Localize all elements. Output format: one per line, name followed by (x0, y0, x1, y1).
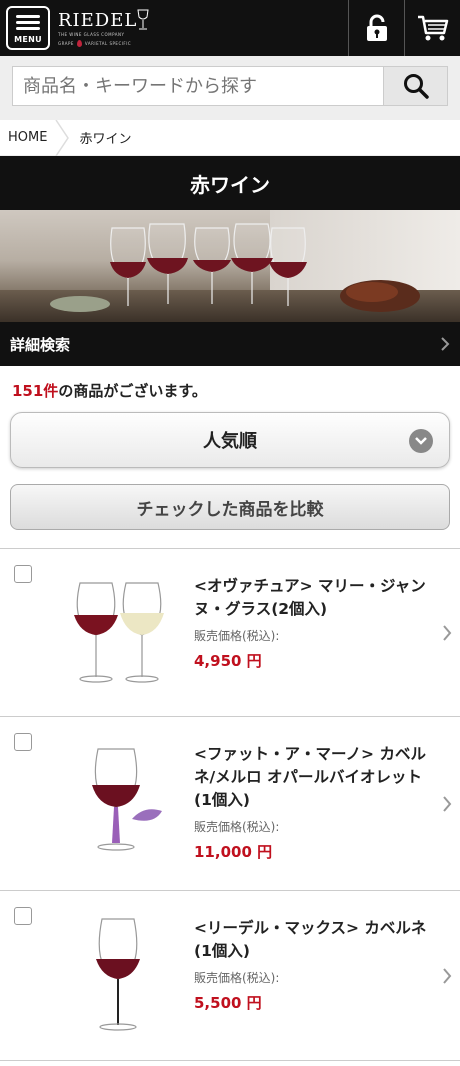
chevron-down-icon (409, 429, 433, 453)
compare-button[interactable]: チェックした商品を比較 (10, 484, 450, 530)
brand-tagline: THE WINE GLASS COMPANY (58, 32, 125, 37)
search-icon (403, 74, 429, 99)
cart-button[interactable] (404, 0, 460, 56)
wine-glass-pair-icon (74, 581, 164, 683)
detail-search-label: 詳細検索 (10, 335, 71, 354)
result-count-suffix: の商品がございます。 (58, 382, 207, 400)
product-name[interactable]: <ファット・ア・マーノ> カベルネ/メルロ オパールバイオレット(1個入) (194, 743, 430, 812)
search-input[interactable] (12, 66, 384, 106)
result-count: 151件の商品がございます。 (0, 366, 460, 412)
product-item[interactable]: <ファット・ア・マーノ> カベルネ/メルロ オパールバイオレット(1個入) 販売… (0, 717, 460, 891)
chevron-right-icon (441, 337, 450, 351)
product-name[interactable]: <リーデル・マックス> カベルネ(1個入) (194, 917, 430, 963)
product-item[interactable]: <リーデル・マックス> カベルネ(1個入) 販売価格(税込): 5,500 円 (0, 891, 460, 1061)
breadcrumb-current: 赤ワイン (79, 132, 132, 147)
price-label: 販売価格(税込): (194, 820, 280, 834)
login-button[interactable] (348, 0, 404, 56)
product-name[interactable]: <オヴァチュア> マリー・ジャンヌ・グラス(2個入) (194, 575, 430, 621)
page-title: 赤ワイン (0, 156, 460, 210)
lock-icon (366, 14, 387, 41)
product-price: 11,000 円 (194, 843, 273, 861)
brand-varietal-text: VARIETAL SPECIFIC (84, 41, 132, 46)
wine-drop-icon (76, 40, 82, 47)
hamburger-icon (16, 12, 40, 33)
product-image[interactable] (48, 891, 188, 1060)
brand-tagline-2: GRAPE VARIETAL SPECIFIC (58, 40, 149, 47)
breadcrumb-separator-icon (55, 119, 70, 156)
product-image[interactable] (48, 717, 188, 890)
product-price: 4,950 円 (194, 652, 262, 670)
search-bar (0, 56, 460, 120)
brand-logo[interactable]: RIEDEL THE WINE GLASS COMPANY GRAPE VARI… (58, 9, 149, 47)
chevron-right-icon (443, 624, 452, 641)
price-label: 販売価格(税込): (194, 629, 280, 643)
wine-glass-violet-icon (92, 747, 162, 851)
product-checkbox[interactable] (14, 565, 32, 583)
menu-button[interactable]: MENU (6, 6, 50, 50)
product-list: <オヴァチュア> マリー・ジャンヌ・グラス(2個入) 販売価格(税込): 4,9… (0, 548, 460, 1061)
wine-glasses-illustration (50, 223, 420, 312)
brand-name: RIEDEL (58, 10, 138, 31)
search-button[interactable] (384, 66, 448, 106)
brand-grape-text: GRAPE (58, 41, 74, 46)
breadcrumb: HOME 赤ワイン (0, 119, 460, 156)
detail-search-toggle[interactable]: 詳細検索 (0, 322, 460, 366)
breadcrumb-home[interactable]: HOME (0, 120, 55, 156)
category-banner-image (0, 210, 460, 322)
product-price: 5,500 円 (194, 994, 262, 1012)
cart-icon (417, 15, 448, 41)
chevron-right-icon (443, 967, 452, 984)
product-item[interactable]: <オヴァチュア> マリー・ジャンヌ・グラス(2個入) 販売価格(税込): 4,9… (0, 549, 460, 717)
price-label: 販売価格(税込): (194, 971, 280, 985)
wine-glass-logo-icon (137, 9, 149, 30)
result-count-number: 151件 (12, 382, 59, 400)
chevron-right-icon (443, 795, 452, 812)
sort-select[interactable]: 人気順 (10, 412, 450, 468)
wine-glass-icon (96, 917, 140, 1031)
menu-label: MENU (14, 35, 42, 44)
top-header: MENU RIEDEL THE WINE GLASS COMPANY GRAPE… (0, 0, 460, 56)
product-checkbox[interactable] (14, 907, 32, 925)
product-image[interactable] (48, 549, 188, 716)
sort-selected-value: 人気順 (203, 431, 257, 452)
product-checkbox[interactable] (14, 733, 32, 751)
